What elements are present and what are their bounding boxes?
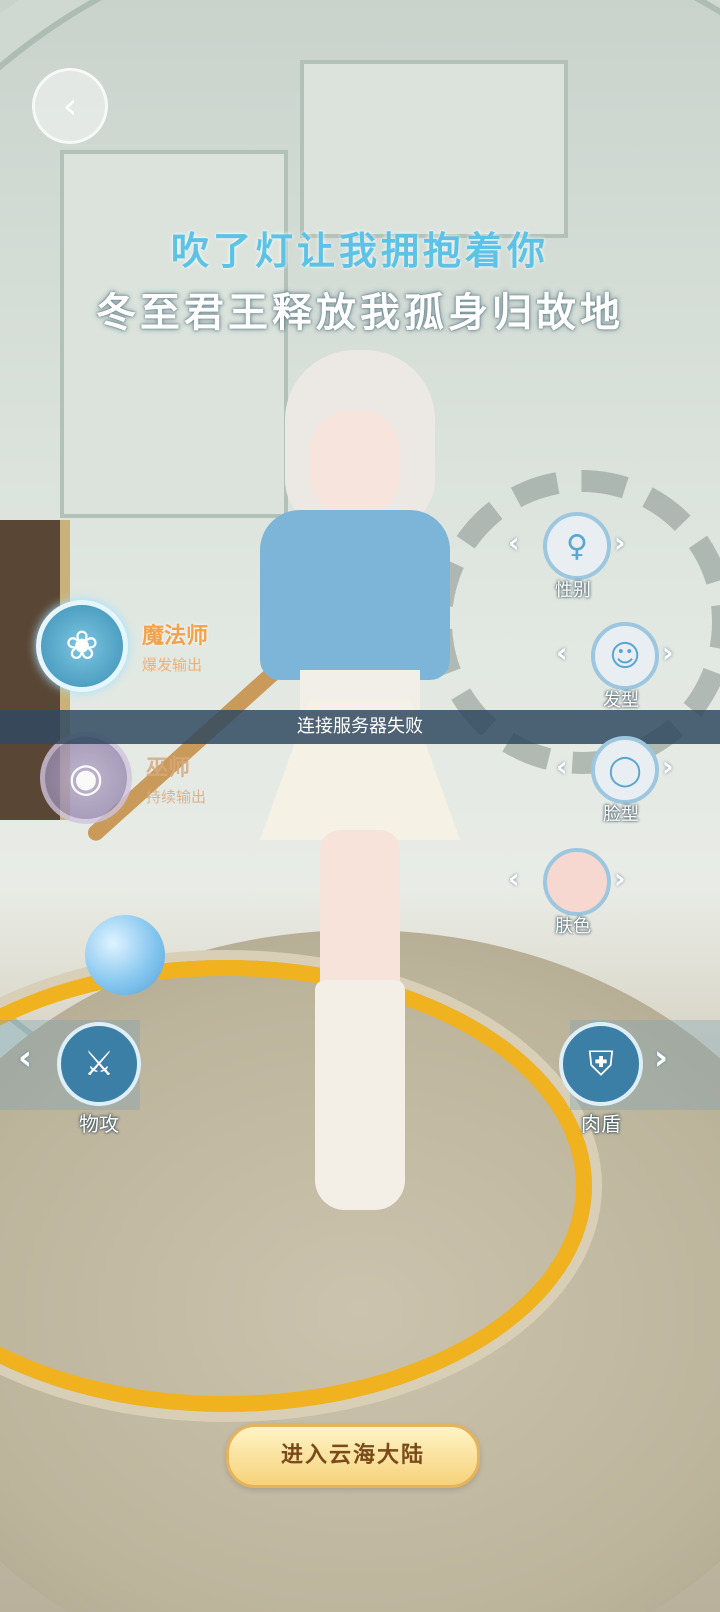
- character-boots: [315, 980, 405, 1210]
- skin-color-icon: [543, 848, 611, 916]
- chevron-left-icon[interactable]: ‹: [508, 526, 532, 559]
- chevron-left-icon[interactable]: ‹: [18, 1038, 32, 1078]
- class-name: 巫师: [146, 755, 191, 781]
- class-subtitle: 爆发输出: [142, 655, 203, 674]
- background-panel: [300, 60, 568, 238]
- role-label: 物攻: [79, 1112, 119, 1136]
- face-icon: ◯: [591, 736, 659, 804]
- lyric-line-2: 冬至君王释放我孤身归故地: [96, 290, 624, 336]
- chevron-right-icon[interactable]: ›: [662, 750, 686, 783]
- chevron-right-icon[interactable]: ›: [662, 636, 686, 669]
- class-name: 魔法师: [142, 623, 209, 649]
- class-subtitle: 持续输出: [146, 787, 207, 806]
- player-character[interactable]: [230, 350, 530, 1230]
- chevron-right-icon[interactable]: ›: [654, 1038, 668, 1078]
- customize-label: 性别: [555, 580, 591, 601]
- customize-skin[interactable]: ‹ › 肤色: [508, 848, 648, 938]
- customize-label: 脸型: [603, 804, 639, 825]
- eye-sigil-icon: ◉: [40, 732, 132, 824]
- chevron-left-icon[interactable]: ‹: [556, 750, 580, 783]
- hair-icon: ☺: [591, 622, 659, 690]
- role-label: 肉盾: [581, 1112, 621, 1136]
- staff-orb: [85, 915, 165, 995]
- female-symbol-icon: ♀: [543, 512, 611, 580]
- slash-attack-icon: ⚔: [57, 1022, 141, 1106]
- role-physical-attack[interactable]: ⚔ 物攻: [54, 1022, 144, 1137]
- class-option-witch[interactable]: ◉ 巫师 持续输出: [40, 732, 206, 824]
- lyric-line-1: 吹了灯让我拥抱着你: [170, 229, 549, 273]
- mage-staff-icon: ❀: [36, 600, 128, 692]
- shield-icon: ⛨: [559, 1022, 643, 1106]
- customize-gender[interactable]: ‹ ♀ › 性别: [508, 512, 648, 602]
- customize-label: 肤色: [555, 916, 591, 937]
- chevron-right-icon[interactable]: ›: [614, 862, 638, 895]
- customize-hair[interactable]: ‹ ☺ › 发型: [556, 622, 696, 712]
- chevron-left-icon[interactable]: ‹: [508, 862, 532, 895]
- chevron-left-icon[interactable]: ‹: [556, 636, 580, 669]
- character-top: [260, 510, 450, 680]
- back-button[interactable]: ‹: [32, 68, 108, 144]
- character-face: [310, 410, 400, 520]
- role-tank[interactable]: ⛨ 肉盾: [556, 1022, 646, 1137]
- customize-label: 发型: [603, 690, 639, 711]
- enter-world-button[interactable]: 进入云海大陆: [226, 1424, 480, 1488]
- customize-face[interactable]: ‹ ◯ › 脸型: [556, 736, 696, 826]
- chevron-right-icon[interactable]: ›: [614, 526, 638, 559]
- back-arrow-icon: ‹: [62, 85, 78, 127]
- class-option-mage[interactable]: ❀ 魔法师 爆发输出: [36, 600, 208, 692]
